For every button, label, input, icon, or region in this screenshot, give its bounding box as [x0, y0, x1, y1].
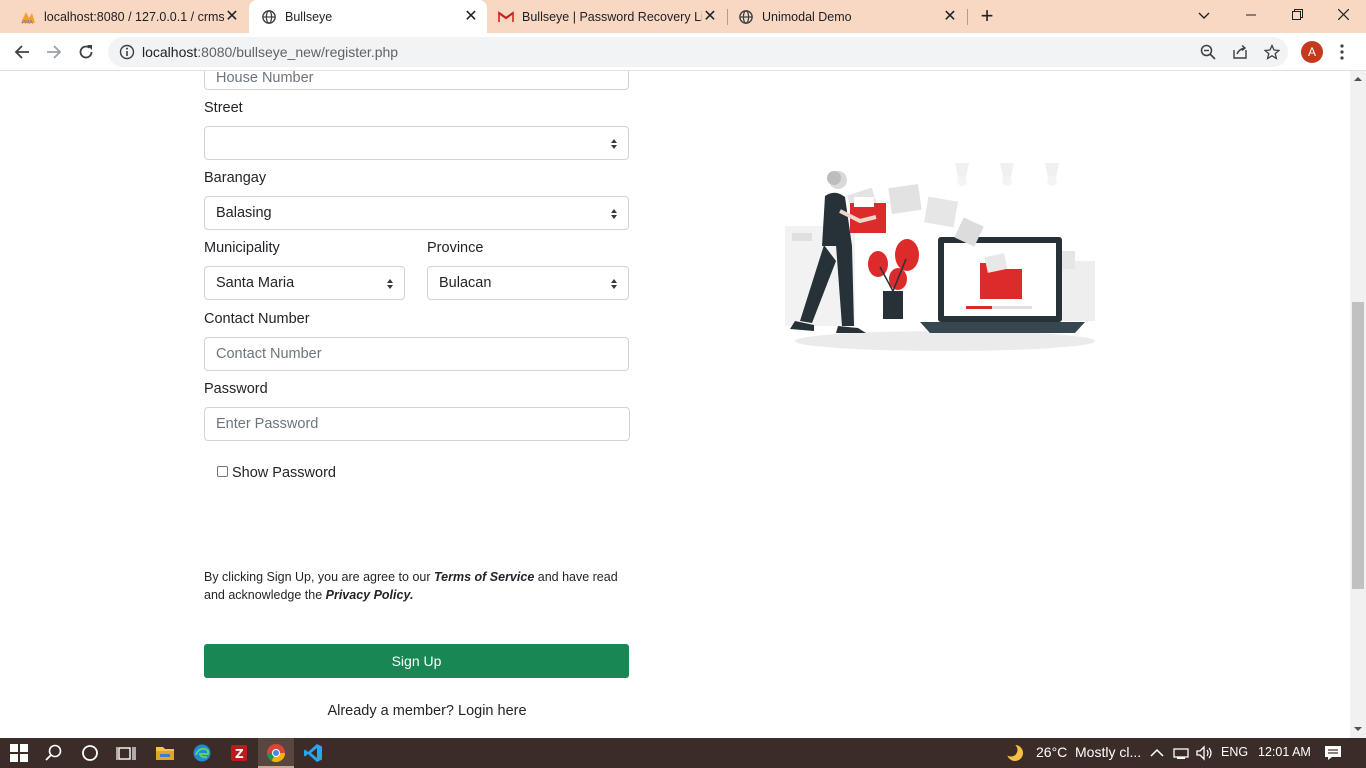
select-arrows-icon — [611, 209, 617, 219]
tab-title: Bullseye | Password Recovery Link — [522, 9, 702, 24]
weather-moon-icon[interactable] — [1005, 743, 1025, 763]
arrow-left-icon — [14, 45, 29, 59]
search-icon[interactable] — [44, 743, 64, 763]
back-button[interactable] — [10, 40, 34, 64]
password-input[interactable]: Enter Password — [204, 407, 630, 441]
municipality-select-value: Santa Maria — [216, 275, 295, 291]
svg-text:PMA: PMA — [22, 20, 33, 25]
share-icon[interactable] — [1232, 44, 1248, 60]
terms-text: By clicking Sign Up, you are agree to ou… — [204, 570, 618, 602]
close-icon[interactable]: ✕ — [463, 8, 479, 25]
street-select[interactable] — [204, 126, 629, 160]
password-label: Password — [204, 381, 268, 397]
show-password-label[interactable]: Show Password — [232, 465, 336, 481]
tab-gmail[interactable]: Bullseye | Password Recovery Link ✕ — [488, 0, 726, 33]
network-icon[interactable] — [1171, 743, 1191, 763]
language-indicator[interactable]: ENG — [1221, 745, 1248, 759]
page-viewport: House Number Street Barangay Balasing Mu… — [0, 71, 1350, 738]
phpmyadmin-icon: PMA — [20, 9, 36, 25]
select-arrows-icon — [611, 139, 617, 149]
volume-icon[interactable] — [1194, 743, 1214, 763]
terms-of-service-link[interactable]: Terms of Service — [434, 570, 534, 584]
arrow-right-icon — [47, 45, 62, 59]
browser-toolbar: localhost:8080/bullseye_new/register.php… — [0, 33, 1366, 71]
reload-button[interactable] — [74, 40, 98, 64]
login-link[interactable]: Already a member? Login here — [204, 703, 650, 719]
address-bar[interactable]: localhost:8080/bullseye_new/register.php — [108, 37, 1288, 67]
scrollbar-thumb[interactable] — [1352, 302, 1364, 589]
barangay-select[interactable]: Balasing — [204, 196, 629, 230]
scroll-up-icon[interactable] — [1354, 75, 1362, 83]
window-close-button[interactable] — [1320, 0, 1366, 30]
tab-search-button[interactable] — [1181, 0, 1227, 30]
close-icon[interactable]: ✕ — [702, 8, 718, 25]
url-text: localhost:8080/bullseye_new/register.php — [142, 44, 399, 60]
forward-button[interactable] — [42, 40, 66, 64]
barangay-select-value: Balasing — [216, 205, 272, 221]
show-password-checkbox[interactable] — [217, 466, 228, 477]
scroll-down-icon[interactable] — [1354, 725, 1362, 733]
reload-icon — [79, 45, 93, 59]
province-label: Province — [427, 240, 484, 256]
chevron-up-icon[interactable] — [1147, 743, 1167, 763]
province-select-value: Bulacan — [439, 275, 492, 291]
contact-number-label: Contact Number — [204, 311, 310, 327]
globe-icon — [738, 9, 754, 25]
vscode-icon[interactable] — [303, 743, 323, 763]
close-icon[interactable]: ✕ — [224, 8, 240, 25]
info-icon[interactable] — [119, 44, 135, 60]
task-view-icon[interactable] — [116, 743, 136, 763]
select-arrows-icon — [611, 279, 617, 289]
clock[interactable]: 12:01 AM — [1258, 745, 1311, 759]
tab-title: Bullseye — [285, 9, 333, 24]
taskbar-chrome-active[interactable] — [258, 738, 294, 768]
tab-phpmyadmin[interactable]: PMA localhost:8080 / 127.0.0.1 / crms_ ✕ — [0, 0, 248, 33]
tab-title: Unimodal Demo — [762, 9, 852, 24]
cortana-icon[interactable] — [80, 743, 100, 763]
weather-temperature[interactable]: 26°C — [1036, 744, 1067, 760]
tab-separator — [967, 9, 968, 25]
municipality-select[interactable]: Santa Maria — [204, 266, 405, 300]
file-explorer-icon[interactable] — [155, 743, 175, 763]
province-select[interactable]: Bulacan — [427, 266, 629, 300]
minimize-button[interactable] — [1228, 0, 1274, 30]
new-tab-button[interactable]: + — [976, 5, 998, 28]
svg-text:Z: Z — [235, 747, 244, 761]
tab-unimodal[interactable]: Unimodal Demo ✕ — [728, 0, 966, 33]
bookmark-star-icon[interactable] — [1263, 43, 1281, 60]
weather-condition[interactable]: Mostly cl... — [1075, 744, 1141, 760]
house-number-input[interactable]: House Number — [204, 71, 629, 90]
close-icon[interactable]: ✕ — [942, 8, 958, 25]
windows-taskbar: Z 26°C Mostly cl... ENG 12:01 AM — [0, 738, 1366, 768]
contact-number-input[interactable]: Contact Number — [204, 337, 629, 371]
menu-kebab-icon[interactable] — [1336, 42, 1348, 62]
chrome-icon — [267, 744, 285, 763]
windows-start-icon[interactable] — [9, 743, 29, 763]
file-upload-illustration — [785, 163, 1095, 351]
chevron-down-icon — [1198, 12, 1210, 19]
municipality-label: Municipality — [204, 240, 280, 256]
filezilla-icon[interactable]: Z — [229, 743, 249, 763]
select-arrows-icon — [387, 279, 393, 289]
profile-avatar[interactable]: A — [1301, 41, 1323, 63]
globe-icon — [261, 9, 277, 25]
page-scrollbar[interactable] — [1350, 71, 1366, 738]
edge-icon[interactable] — [192, 743, 212, 763]
gmail-icon — [498, 9, 514, 25]
browser-tabstrip: PMA localhost:8080 / 127.0.0.1 / crms_ ✕… — [0, 0, 1366, 33]
sign-up-button[interactable]: Sign Up — [204, 644, 629, 678]
privacy-policy-link[interactable]: Privacy Policy. — [326, 588, 414, 602]
tab-title: localhost:8080 / 127.0.0.1 / crms_ — [44, 9, 224, 24]
barangay-label: Barangay — [204, 170, 267, 186]
zoom-icon[interactable] — [1200, 44, 1216, 60]
tab-bullseye[interactable]: Bullseye ✕ — [249, 0, 487, 33]
notifications-icon[interactable] — [1323, 743, 1343, 763]
street-label: Street — [204, 100, 243, 116]
restore-button[interactable] — [1274, 0, 1320, 30]
